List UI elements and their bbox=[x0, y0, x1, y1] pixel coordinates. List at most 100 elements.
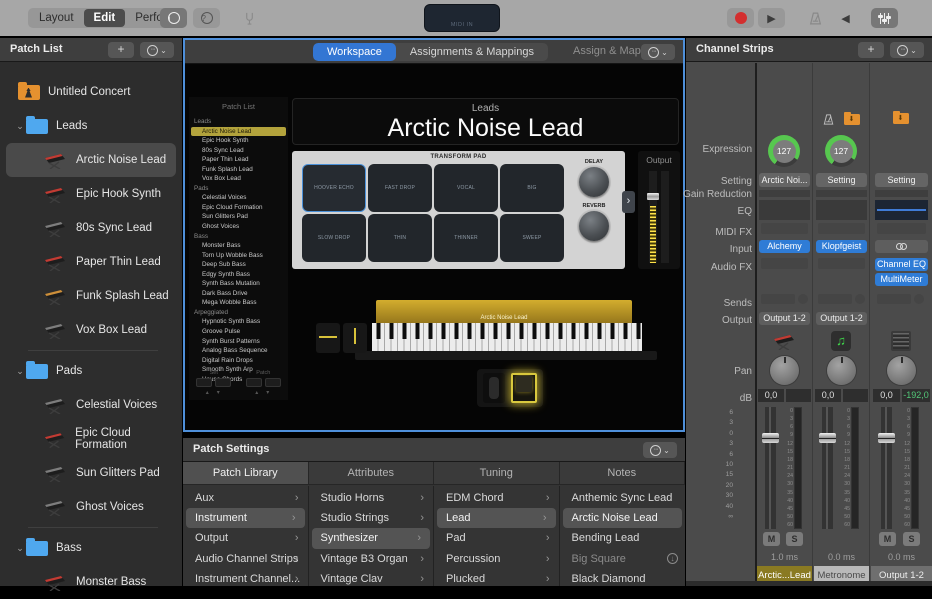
tree-item-leads-folder[interactable]: ⌄ Leads bbox=[0, 109, 182, 143]
library-item-selected[interactable]: Instrument› bbox=[186, 508, 305, 528]
transform-pad[interactable]: BIG bbox=[500, 164, 564, 212]
midi-fx-slot[interactable] bbox=[877, 223, 926, 234]
instrument-plugin-button[interactable]: Alchemy bbox=[759, 240, 810, 253]
transform-pad[interactable]: SWEEP bbox=[500, 214, 564, 262]
mini-patch-row[interactable]: Mega Wobble Bass bbox=[189, 298, 288, 308]
tree-item-bass-folder[interactable]: ⌄ Bass bbox=[0, 531, 182, 565]
mute-button[interactable]: M bbox=[763, 532, 780, 546]
library-item[interactable]: Pad› bbox=[434, 528, 559, 548]
mini-patch-row[interactable]: Vox Box Lead bbox=[189, 174, 288, 184]
midi-fx-slot[interactable] bbox=[818, 223, 865, 234]
library-item[interactable]: Vintage B3 Organ› bbox=[309, 549, 434, 569]
tree-item-patch[interactable]: Epic Cloud Formation bbox=[0, 422, 182, 456]
tab-workspace[interactable]: Workspace bbox=[313, 43, 396, 61]
tuner-button[interactable] bbox=[236, 8, 263, 28]
transform-pad[interactable]: THINNER bbox=[434, 214, 498, 262]
library-item-selected[interactable]: Lead› bbox=[437, 508, 556, 528]
library-item[interactable]: Studio Strings› bbox=[309, 508, 434, 528]
tree-item-pads-folder[interactable]: ⌄ Pads bbox=[0, 354, 182, 388]
library-item-selected[interactable]: Arctic Noise Lead bbox=[563, 508, 683, 528]
mini-patch-row[interactable]: Dark Bass Drive bbox=[189, 289, 288, 299]
set-button[interactable] bbox=[215, 378, 231, 387]
record-button[interactable] bbox=[727, 8, 754, 28]
send-slot[interactable] bbox=[877, 294, 924, 304]
tab-notes[interactable]: Notes bbox=[560, 462, 686, 484]
send-slot[interactable] bbox=[818, 294, 865, 304]
mini-patch-row[interactable]: Ghost Voices bbox=[189, 222, 288, 232]
transform-pad[interactable]: THIN bbox=[368, 214, 432, 262]
expression-pedal[interactable] bbox=[483, 373, 505, 403]
pan-knob[interactable] bbox=[827, 356, 856, 385]
patch-button[interactable] bbox=[265, 378, 281, 387]
audio-fx-slot[interactable] bbox=[761, 258, 808, 269]
patch-settings-action-menu[interactable]: ···⌄ bbox=[643, 442, 677, 458]
mini-patch-row[interactable]: Funk Splash Lead bbox=[189, 165, 288, 175]
info-button[interactable]: i bbox=[160, 8, 187, 28]
volume-value[interactable]: 0,0 bbox=[873, 389, 900, 402]
stereo-format-button[interactable] bbox=[875, 240, 928, 253]
mini-patch-row[interactable]: Digital Rain Drops bbox=[189, 356, 288, 366]
library-item[interactable]: Output› bbox=[183, 528, 308, 548]
setting-button[interactable]: Arctic Noi... bbox=[759, 173, 810, 187]
eq-thumbnail[interactable] bbox=[875, 200, 928, 220]
tree-item-patch[interactable]: Funk Splash Lead bbox=[0, 279, 182, 313]
expression-knob[interactable]: 127 bbox=[825, 135, 857, 167]
setting-button[interactable]: Setting bbox=[875, 173, 928, 187]
mini-patch-row[interactable]: Synth Bass Mutation bbox=[189, 279, 288, 289]
output-routing-button[interactable]: Output 1-2 bbox=[759, 312, 810, 325]
disclosure-chevron-icon[interactable]: ⌄ bbox=[14, 543, 26, 554]
mini-patch-row[interactable]: 80s Sync Lead bbox=[189, 146, 288, 156]
channel-strips-action-menu[interactable]: ···⌄ bbox=[890, 42, 924, 58]
sustain-pedal-active[interactable] bbox=[511, 373, 537, 403]
transform-pad[interactable]: VOCAL bbox=[434, 164, 498, 212]
send-slot[interactable] bbox=[761, 294, 808, 304]
set-arrows[interactable]: ▴▾ bbox=[202, 389, 231, 396]
add-patch-button[interactable]: + bbox=[108, 42, 134, 58]
audio-fx-slot[interactable] bbox=[818, 258, 865, 269]
fader-cap[interactable] bbox=[762, 433, 779, 443]
workspace-action-menu[interactable]: ···⌄ bbox=[641, 44, 675, 60]
fader-cap[interactable] bbox=[819, 433, 836, 443]
tree-item-patch[interactable]: Celestial Voices bbox=[0, 388, 182, 422]
eq-thumbnail[interactable] bbox=[759, 200, 810, 220]
library-item[interactable]: Bending Lead bbox=[560, 528, 686, 548]
black-keys[interactable] bbox=[372, 323, 642, 339]
mini-patch-row[interactable]: Paper Thin Lead bbox=[189, 155, 288, 165]
patch-list-action-menu[interactable]: ···⌄ bbox=[140, 42, 174, 58]
tab-attributes[interactable]: Attributes bbox=[309, 462, 435, 484]
fader-cap[interactable] bbox=[878, 433, 895, 443]
assign-and-map-button[interactable]: Assign & Map bbox=[573, 45, 641, 57]
transform-pad-selected[interactable]: HOOVER ECHO bbox=[302, 164, 366, 212]
pan-knob[interactable] bbox=[770, 356, 799, 385]
solo-button[interactable]: S bbox=[786, 532, 803, 546]
tree-item-patch[interactable]: Ghost Voices bbox=[0, 490, 182, 524]
mini-patch-row[interactable]: Torn Up Wobble Bass bbox=[189, 251, 288, 261]
tab-assignments-mappings[interactable]: Assignments & Mappings bbox=[396, 43, 548, 61]
delay-knob[interactable] bbox=[579, 167, 609, 197]
tree-item-patch[interactable]: Vox Box Lead bbox=[0, 313, 182, 347]
audio-fx-plugin-button[interactable]: Channel EQ bbox=[875, 258, 928, 271]
output-fader-cap[interactable] bbox=[647, 193, 659, 200]
library-item-downloadable[interactable]: Big Square↓ bbox=[560, 549, 686, 569]
library-item[interactable]: Audio Channel Strips› bbox=[183, 549, 308, 569]
library-item-selected[interactable]: Synthesizer› bbox=[312, 528, 431, 548]
eq-thumbnail[interactable] bbox=[816, 200, 867, 220]
output-routing-button[interactable]: Output 1-2 bbox=[816, 312, 867, 325]
setting-button[interactable]: Setting bbox=[816, 173, 867, 187]
mini-patch-row-selected[interactable]: Arctic Noise Lead bbox=[191, 127, 286, 137]
volume-value[interactable]: 0,0 bbox=[758, 389, 784, 402]
tree-item-patch[interactable]: Monster Bass bbox=[0, 565, 182, 599]
volume-value[interactable]: 0,0 bbox=[815, 389, 841, 402]
tree-item-patch-selected[interactable]: Arctic Noise Lead bbox=[6, 143, 176, 177]
library-item[interactable]: Aux› bbox=[183, 488, 308, 508]
reverb-knob[interactable] bbox=[579, 211, 609, 241]
download-icon[interactable]: ↓ bbox=[667, 553, 678, 564]
mini-patch-row[interactable]: Edgy Synth Bass bbox=[189, 270, 288, 280]
transform-pad[interactable]: SLOW DROP bbox=[302, 214, 366, 262]
library-item[interactable]: Percussion› bbox=[434, 549, 559, 569]
pitch-wheel[interactable] bbox=[316, 323, 340, 353]
keyboard-keys[interactable] bbox=[372, 323, 642, 351]
mute-button[interactable]: M bbox=[879, 532, 896, 546]
library-item[interactable]: Anthemic Sync Lead bbox=[560, 488, 686, 508]
mini-patch-row[interactable]: Groove Pulse bbox=[189, 327, 288, 337]
